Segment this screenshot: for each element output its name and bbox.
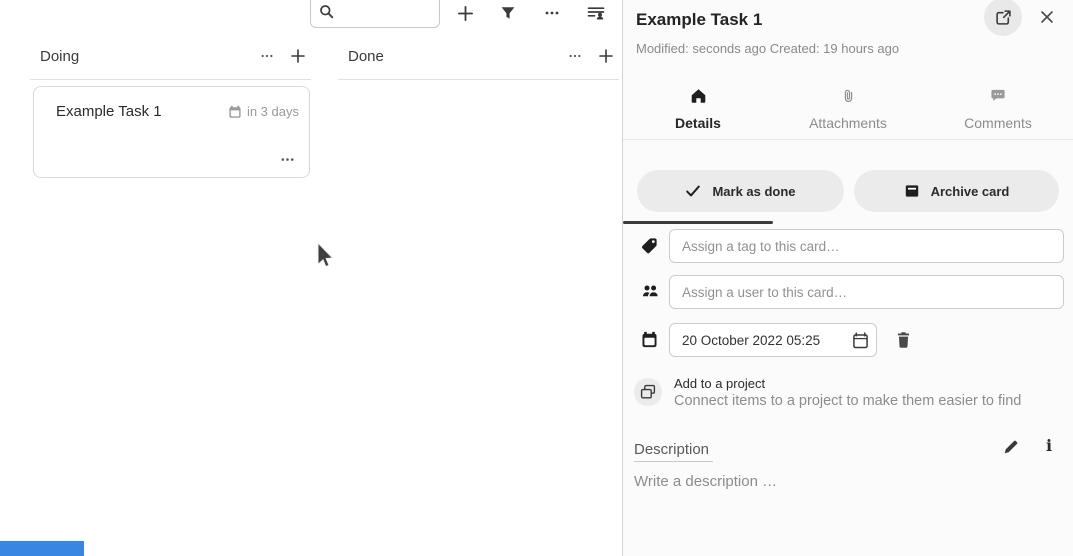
due-date-field[interactable]: 20 October 2022 05:25 [669,323,877,357]
remove-due-date-button[interactable] [891,328,915,352]
card-due-badge: in 3 days [228,104,299,119]
description-info-button[interactable]: i [1037,434,1061,458]
column-separator [338,79,619,80]
card-due-text: in 3 days [247,104,299,119]
card-title: Example Task 1 [56,103,162,120]
search-icon [319,4,334,19]
menu-ellipsis-icon [544,5,560,21]
card-detail-panel: Example Task 1 Modified: seconds ago Cre… [622,0,1073,556]
open-in-window-button[interactable] [984,0,1022,36]
board-area: Doing Example Task 1 [0,0,622,556]
panel-title: Example Task 1 [636,10,762,30]
paperclip-icon [773,88,923,104]
column-menu-button[interactable] [255,44,279,68]
close-icon [1040,10,1054,24]
filter-button[interactable] [496,1,520,25]
active-tab-indicator [623,221,773,224]
check-icon [685,183,701,199]
tab-label: Details [623,115,773,131]
users-icon [641,283,660,299]
add-card-toolbar-button[interactable] [453,1,477,25]
description-placeholder[interactable]: Write a description … [634,473,777,490]
panel-modified-created-meta: Modified: seconds ago Created: 19 hours … [636,41,899,56]
tab-attachments[interactable]: Attachments [773,84,923,140]
external-link-icon [995,9,1012,26]
calendar-icon [641,331,658,348]
trash-icon [895,331,912,349]
edit-description-button[interactable] [999,435,1023,459]
info-icon: i [1046,438,1052,454]
due-date-value: 20 October 2022 05:25 [682,333,820,348]
add-to-project-title[interactable]: Add to a project [674,376,765,391]
column-done: Done [328,36,619,76]
tabs-separator [623,139,1073,140]
search-input[interactable] [310,0,440,28]
plus-icon [598,48,614,64]
add-card-button[interactable] [594,44,618,68]
card-menu-button[interactable] [275,147,299,171]
column-header: Done [328,36,619,76]
tab-label: Attachments [773,115,923,131]
assignee-filter-icon [587,5,605,21]
projects-icon [640,384,656,400]
card-example-task-1[interactable]: Example Task 1 in 3 days [33,86,310,178]
close-panel-button[interactable] [1035,5,1059,29]
column-header: Doing [20,36,311,76]
archive-card-button[interactable]: Archive card [854,170,1059,212]
description-label: Description [634,441,709,458]
filter-icon [500,5,516,21]
plus-icon [457,5,474,22]
archive-card-label: Archive card [931,184,1010,199]
mouse-cursor [316,242,336,272]
add-to-project-subtitle: Connect items to a project to make them … [674,393,1021,409]
assign-tag-input[interactable] [669,229,1064,263]
column-ellipsis-icon [568,49,582,63]
mark-as-done-label: Mark as done [712,184,795,199]
tab-details[interactable]: Details [623,84,773,140]
kanban-app-window: Doing Example Task 1 [0,0,1073,556]
column-menu-button[interactable] [563,44,587,68]
add-to-project-button[interactable] [634,378,662,406]
detail-tabs: Details Attachments Comments [623,84,1073,140]
calendar-icon [228,105,242,119]
column-doing: Doing Example Task 1 [20,36,311,76]
bottom-left-highlight [0,541,84,556]
add-card-button[interactable] [286,44,310,68]
home-icon [623,88,773,104]
board-menu-button[interactable] [540,1,564,25]
tab-label: Comments [923,115,1073,131]
archive-icon [904,183,920,199]
mark-as-done-button[interactable]: Mark as done [637,170,844,212]
column-ellipsis-icon [260,49,274,63]
comment-icon [923,88,1073,103]
tag-icon [641,237,658,254]
column-title: Doing [40,48,79,65]
column-separator [30,79,311,80]
description-underline [634,461,713,462]
search-field[interactable] [339,0,434,23]
assignee-filter-button[interactable] [584,1,608,25]
column-title: Done [348,48,384,65]
tab-comments[interactable]: Comments [923,84,1073,140]
card-ellipsis-icon [280,152,295,167]
pencil-icon [1003,439,1019,455]
date-picker-icon[interactable] [852,332,869,349]
assign-user-input[interactable] [669,275,1064,309]
plus-icon [290,48,306,64]
